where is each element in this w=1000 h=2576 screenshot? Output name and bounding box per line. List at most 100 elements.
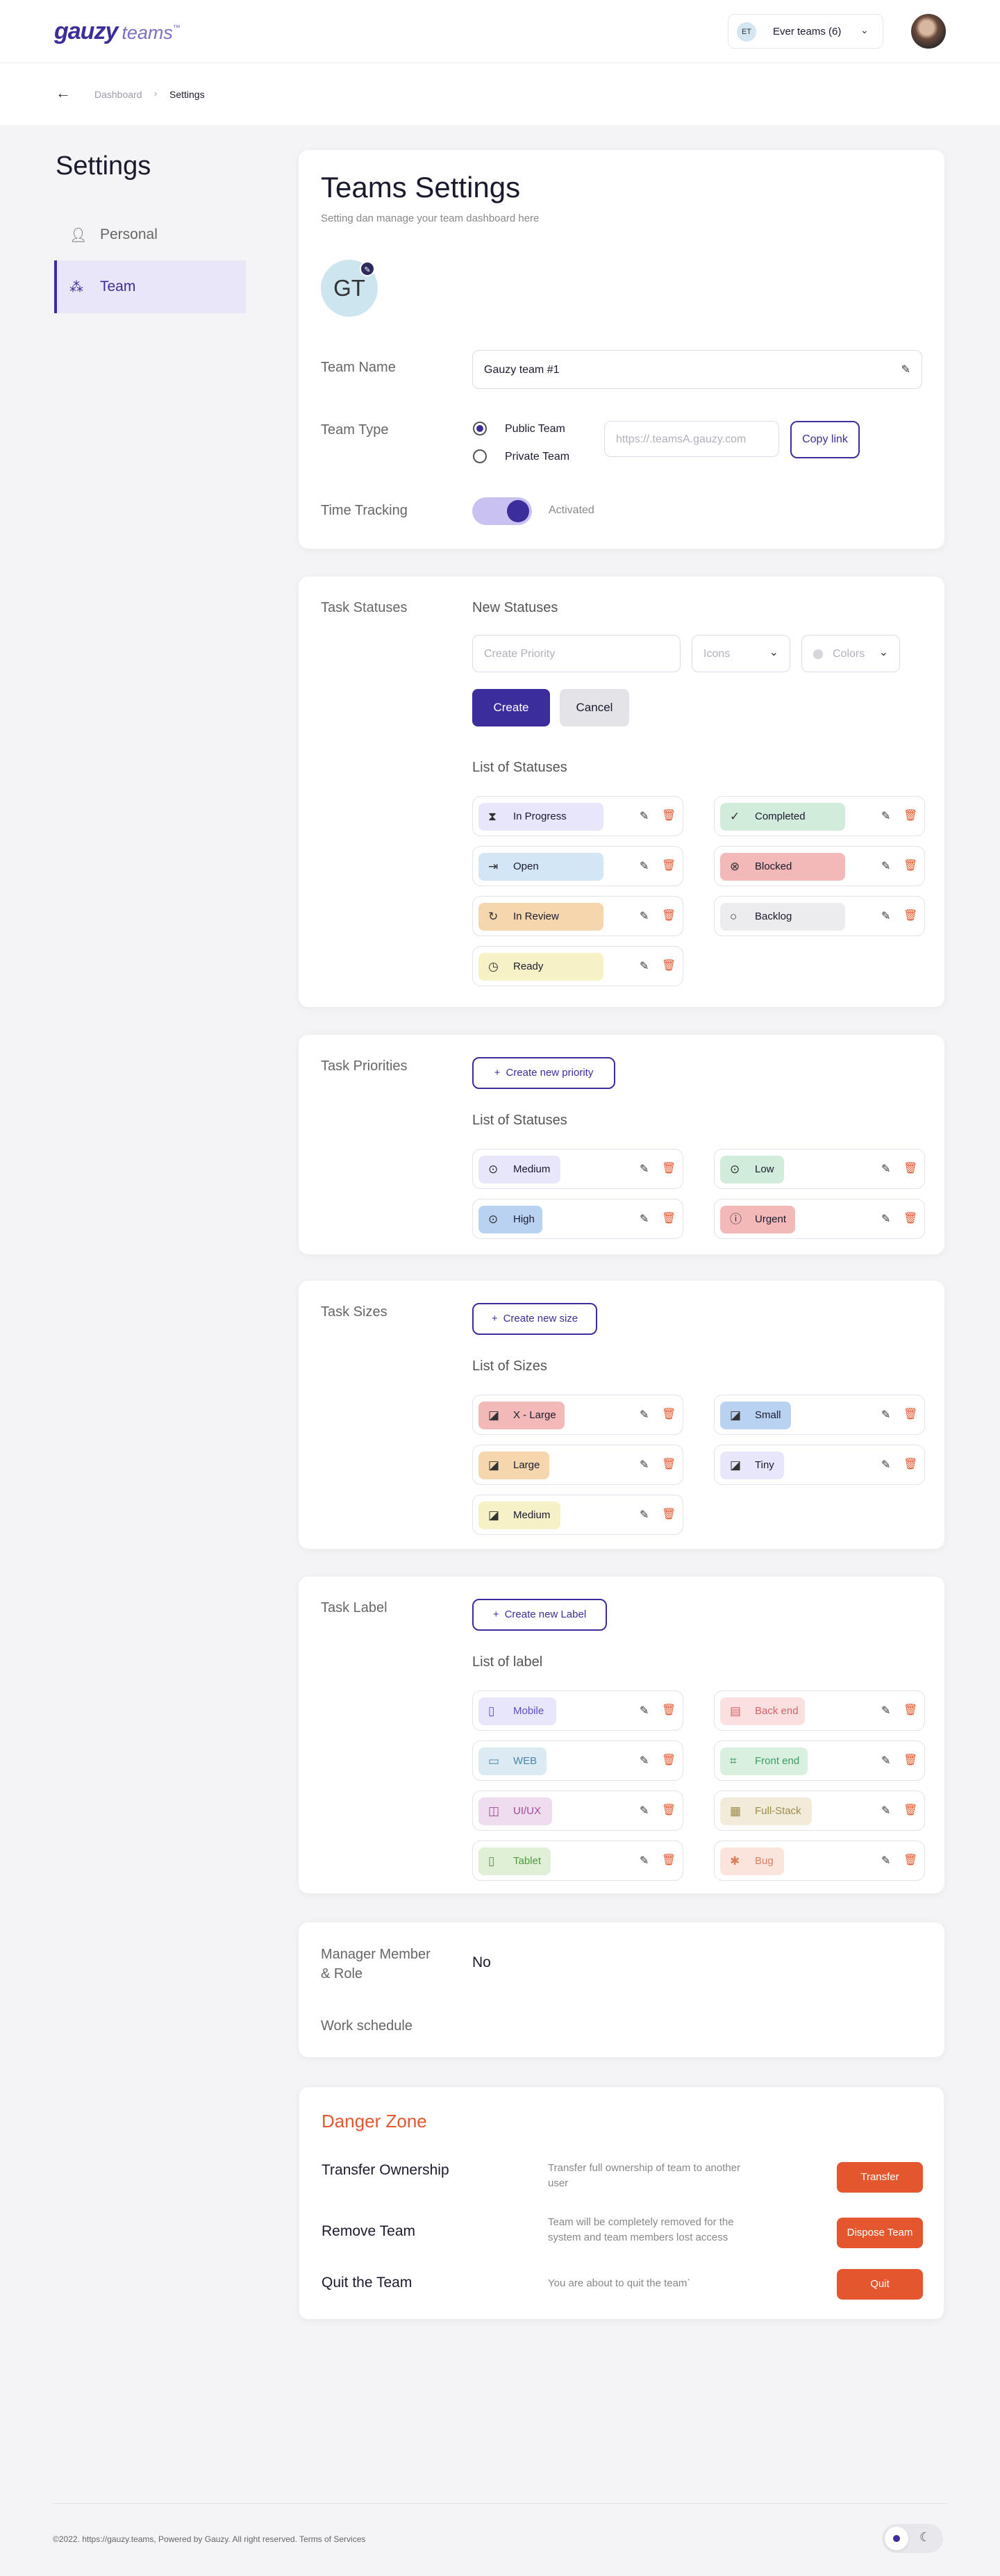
page-title: Teams Settings (321, 171, 521, 203)
quit-team-desc: You are about to quit the team` (548, 2277, 691, 2289)
stack-icon: ▦ (730, 1804, 742, 1818)
pencil-icon[interactable]: ✎ (881, 1854, 890, 1868)
create-size-button[interactable]: + Create new size (472, 1303, 597, 1335)
pencil-icon[interactable]: ✎ (640, 1854, 649, 1868)
priority-row: ⊙ Low ✎ 🗑︎ (714, 1149, 925, 1189)
team-name-input[interactable]: Gauzy team #1 ✎ (472, 350, 922, 389)
size-icon: ◪ (488, 1459, 500, 1472)
trash-icon[interactable]: 🗑︎ (662, 1853, 676, 1867)
icons-select[interactable]: Icons ⌄ (692, 635, 790, 672)
transfer-button[interactable]: Transfer (837, 2162, 923, 2193)
create-priority-button[interactable]: + Create new priority (472, 1057, 615, 1089)
trash-icon[interactable]: 🗑︎ (903, 1457, 917, 1471)
private-team-radio[interactable] (473, 449, 487, 463)
public-team-radio[interactable] (473, 422, 487, 435)
back-arrow-icon[interactable]: ← (56, 84, 71, 102)
pencil-icon[interactable]: ✎ (881, 1162, 890, 1176)
pencil-icon[interactable]: ✎ (881, 809, 890, 823)
trash-icon[interactable]: 🗑︎ (903, 1703, 917, 1717)
pencil-icon[interactable]: ✎ (881, 1704, 890, 1718)
pencil-icon[interactable]: ✎ (640, 809, 649, 823)
priority-row: ⊙ High ✎ 🗑︎ (472, 1199, 683, 1239)
logo[interactable]: gauzy teams™ (54, 18, 181, 45)
cancel-status-button[interactable]: Cancel (560, 689, 629, 726)
pencil-icon[interactable]: ✎ (881, 859, 890, 873)
pencil-icon[interactable]: ✎ (881, 909, 890, 923)
status-label: Open (513, 861, 539, 872)
clock-icon: ◷ (488, 960, 499, 973)
trash-icon[interactable]: 🗑︎ (662, 1457, 676, 1471)
pencil-icon[interactable]: ✎ (881, 1212, 890, 1226)
size-label: Large (513, 1459, 540, 1471)
trash-icon[interactable]: 🗑︎ (903, 1211, 917, 1225)
trash-icon[interactable]: 🗑︎ (903, 1753, 917, 1767)
trash-icon[interactable]: 🗑︎ (903, 1161, 917, 1175)
pencil-icon[interactable]: ✎ (640, 1704, 649, 1718)
pencil-icon[interactable]: ✎ (640, 1754, 649, 1768)
trash-icon[interactable]: 🗑︎ (903, 908, 917, 922)
trash-icon[interactable]: 🗑︎ (662, 808, 676, 822)
copy-link-button[interactable]: Copy link (790, 421, 860, 458)
trash-icon[interactable]: 🗑︎ (903, 858, 917, 872)
sidebar-item-team[interactable]: ⁂ Team (54, 260, 246, 313)
priority-row: ⊙ Medium ✎ 🗑︎ (472, 1149, 683, 1189)
status-badge: ◷ Ready (478, 953, 603, 981)
pencil-icon[interactable]: ✎ (881, 1408, 890, 1422)
label-badge: ✱ Bug (720, 1847, 784, 1875)
trash-icon[interactable]: 🗑︎ (903, 1803, 917, 1817)
colors-select[interactable]: Colors ⌄ (801, 635, 900, 672)
dispose-team-button[interactable]: Dispose Team (837, 2218, 923, 2248)
remove-team-label: Remove Team (322, 2223, 416, 2239)
pencil-icon[interactable]: ✎ (640, 1508, 649, 1522)
pencil-icon[interactable]: ✎ (640, 859, 649, 873)
team-selector-dropdown[interactable]: ET Ever teams (6) ⌄ (728, 14, 883, 49)
trash-icon[interactable]: 🗑︎ (903, 1853, 917, 1867)
pencil-icon[interactable]: ✎ (881, 1804, 890, 1818)
transfer-ownership-label: Transfer Ownership (322, 2162, 449, 2178)
pencil-icon[interactable]: ✎ (640, 959, 649, 973)
user-avatar[interactable] (911, 14, 946, 49)
pencil-icon[interactable]: ✎ (640, 1212, 649, 1226)
trash-icon[interactable]: 🗑︎ (662, 1161, 676, 1175)
time-tracking-toggle[interactable] (472, 497, 532, 525)
task-statuses-label: Task Statuses (321, 600, 408, 615)
trash-icon[interactable]: 🗑︎ (662, 1703, 676, 1717)
trash-icon[interactable]: 🗑︎ (662, 1407, 676, 1421)
create-label-button[interactable]: + Create new Label (472, 1599, 607, 1631)
work-schedule-label[interactable]: Work schedule (321, 2018, 412, 2034)
breadcrumb-dashboard[interactable]: Dashboard (94, 89, 142, 100)
pencil-icon[interactable]: ✎ (640, 1408, 649, 1422)
create-status-input[interactable]: Create Priority (472, 635, 681, 672)
trash-icon[interactable]: 🗑︎ (903, 1407, 917, 1421)
theme-toggle[interactable]: ☾ (882, 2524, 943, 2553)
edit-avatar-icon[interactable]: ✎ (360, 261, 375, 276)
pencil-icon[interactable]: ✎ (881, 1754, 890, 1768)
alert-circle-icon: ⓘ (730, 1213, 742, 1226)
trash-icon[interactable]: 🗑︎ (662, 1753, 676, 1767)
create-status-button[interactable]: Create (472, 689, 550, 726)
moon-icon[interactable]: ☾ (919, 2530, 931, 2545)
pencil-icon[interactable]: ✎ (901, 363, 910, 376)
trash-icon[interactable]: 🗑︎ (662, 1507, 676, 1521)
trash-icon[interactable]: 🗑︎ (662, 958, 676, 972)
trash-icon[interactable]: 🗑︎ (662, 858, 676, 872)
pencil-icon[interactable]: ✎ (640, 909, 649, 923)
status-label: Blocked (755, 861, 792, 872)
priority-badge: ⊙ Medium (478, 1156, 560, 1183)
sidebar-item-personal[interactable]: 👤︎ Personal (54, 208, 246, 261)
trash-icon[interactable]: 🗑︎ (662, 908, 676, 922)
pencil-icon[interactable]: ✎ (881, 1458, 890, 1472)
trash-icon[interactable]: 🗑︎ (662, 1803, 676, 1817)
trash-icon[interactable]: 🗑︎ (903, 808, 917, 822)
pencil-icon[interactable]: ✎ (640, 1162, 649, 1176)
pencil-icon[interactable]: ✎ (640, 1458, 649, 1472)
team-link-input[interactable]: https://.teamsA.gauzy.com (604, 421, 779, 457)
trash-icon[interactable]: 🗑︎ (662, 1211, 676, 1225)
size-row: ◪ Tiny ✎ 🗑︎ (714, 1445, 925, 1485)
quit-button[interactable]: Quit (837, 2269, 923, 2300)
quit-team-label: Quit the Team (322, 2275, 412, 2291)
plus-icon: + (491, 1313, 498, 1324)
pencil-icon[interactable]: ✎ (640, 1804, 649, 1818)
light-mode-icon[interactable] (885, 2527, 908, 2550)
priority-badge: ⊙ High (478, 1206, 542, 1233)
